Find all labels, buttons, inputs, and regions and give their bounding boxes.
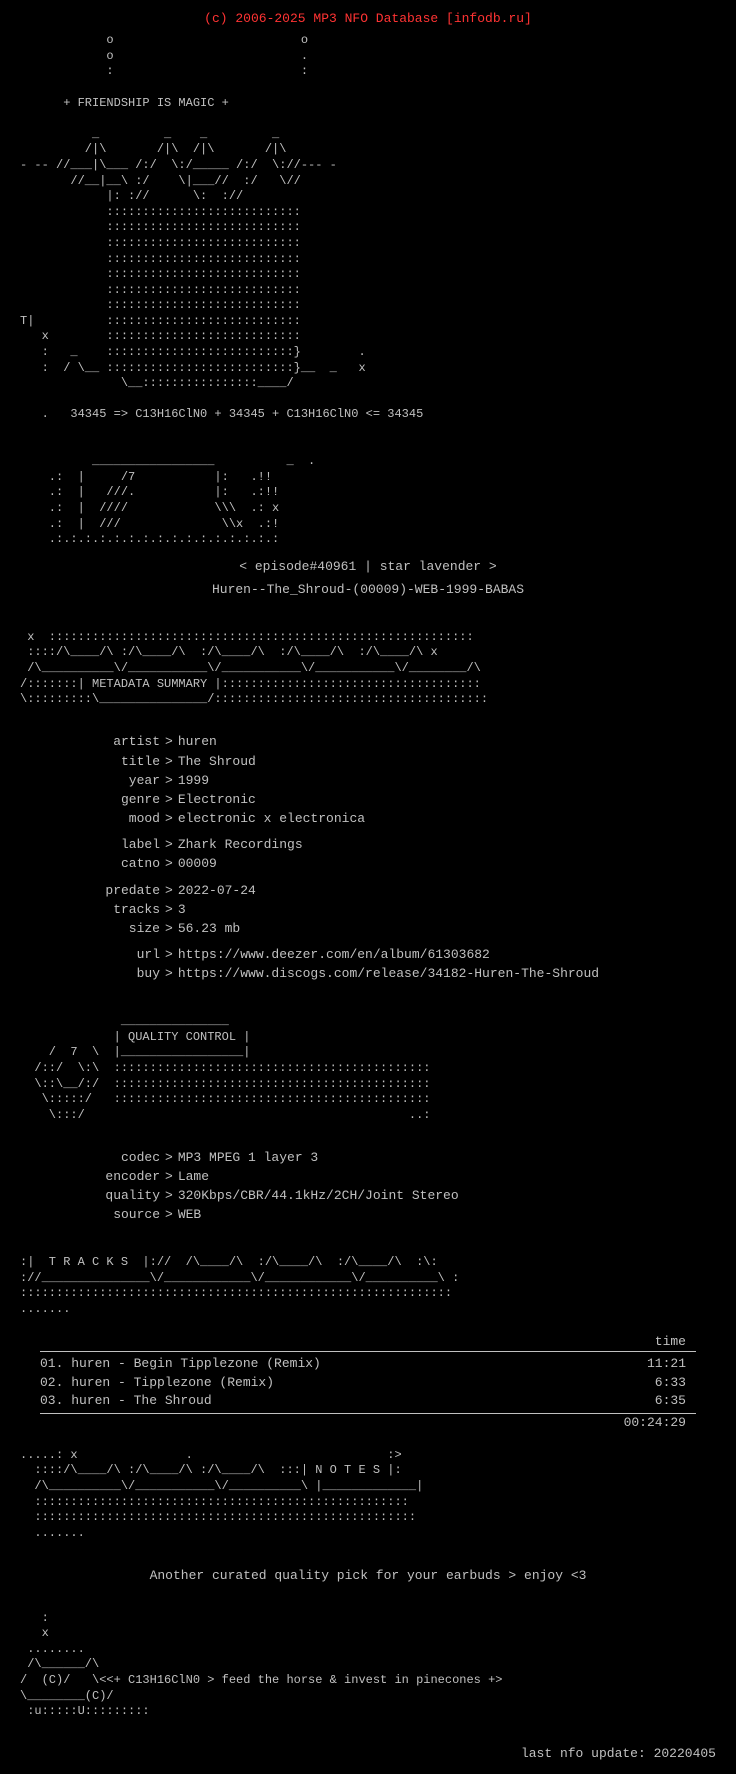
meta-key-buy: buy bbox=[80, 965, 160, 983]
meta-row-buy: buy > https://www.discogs.com/release/34… bbox=[80, 965, 716, 983]
meta-val-title: The Shroud bbox=[178, 753, 256, 771]
meta-row-label: label > Zhark Recordings bbox=[80, 836, 716, 854]
release-title: Huren--The_Shroud-(00009)-WEB-1999-BABAS bbox=[20, 581, 716, 599]
episode-line: < episode#40961 | star lavender > bbox=[20, 558, 716, 576]
meta-key-title: title bbox=[80, 753, 160, 771]
notes-banner: .....: x . :> ::::/\____/\ :/\____/\ :/\… bbox=[20, 1432, 716, 1557]
meta-val-encoder: Lame bbox=[178, 1168, 209, 1186]
meta-row-codec: codec > MP3 MPEG 1 layer 3 bbox=[80, 1149, 716, 1167]
meta-row-catno: catno > 00009 bbox=[80, 855, 716, 873]
track-row-1: 01. huren - Begin Tipplezone (Remix) 11:… bbox=[40, 1355, 696, 1373]
meta-val-genre: Electronic bbox=[178, 791, 256, 809]
tracks-container: time 01. huren - Begin Tipplezone (Remix… bbox=[20, 1333, 716, 1432]
meta-val-artist: huren bbox=[178, 733, 217, 751]
ascii-art-mid: _________________ _ . .: | /7 |: .!! .: … bbox=[20, 439, 716, 548]
meta-val-predate: 2022-07-24 bbox=[178, 882, 256, 900]
meta-key-catno: catno bbox=[80, 855, 160, 873]
meta-key-tracks: tracks bbox=[80, 901, 160, 919]
meta-key-genre: genre bbox=[80, 791, 160, 809]
track-name-3: 03. huren - The Shroud bbox=[40, 1392, 212, 1410]
meta-val-tracks: 3 bbox=[178, 901, 186, 919]
track-row-2: 02. huren - Tipplezone (Remix) 6:33 bbox=[40, 1374, 696, 1392]
track-time-3: 6:35 bbox=[655, 1392, 696, 1410]
meta-val-size: 56.23 mb bbox=[178, 920, 240, 938]
meta-val-catno: 00009 bbox=[178, 855, 217, 873]
meta-row-tracks: tracks > 3 bbox=[80, 901, 716, 919]
meta-row-size: size > 56.23 mb bbox=[80, 920, 716, 938]
meta-key-predate: predate bbox=[80, 882, 160, 900]
tracks-banner: :| T R A C K S |:// /\____/\ :/\____/\ :… bbox=[20, 1240, 716, 1334]
meta-key-label: label bbox=[80, 836, 160, 854]
meta-val-url: https://www.deezer.com/en/album/61303682 bbox=[178, 946, 490, 964]
ascii-art-top: o o o . : : + FRIENDSHIP IS MAGIC + _ _ … bbox=[20, 33, 716, 392]
tracks-time-header: time bbox=[40, 1333, 696, 1351]
ascii-formula: . 34345 => C13H16ClN0 + 34345 + C13H16Cl… bbox=[20, 392, 716, 439]
qc-banner: _______________ | QUALITY CONTROL | / 7 … bbox=[20, 999, 716, 1139]
meta-key-url: url bbox=[80, 946, 160, 964]
meta-row-encoder: encoder > Lame bbox=[80, 1168, 716, 1186]
notes-text: Another curated quality pick for your ea… bbox=[20, 1567, 716, 1585]
meta-key-year: year bbox=[80, 772, 160, 790]
meta-val-quality: 320Kbps/CBR/44.1kHz/2CH/Joint Stereo bbox=[178, 1187, 459, 1205]
footer-update: last nfo update: 20220405 bbox=[20, 1745, 716, 1763]
meta-row-mood: mood > electronic x electronica bbox=[80, 810, 716, 828]
meta-row-year: year > 1999 bbox=[80, 772, 716, 790]
quality-block: codec > MP3 MPEG 1 layer 3 encoder > Lam… bbox=[80, 1149, 716, 1225]
meta-row-url: url > https://www.deezer.com/en/album/61… bbox=[80, 946, 716, 964]
meta-val-codec: MP3 MPEG 1 layer 3 bbox=[178, 1149, 318, 1167]
meta-row-predate: predate > 2022-07-24 bbox=[80, 882, 716, 900]
metadata-block: artist > huren title > The Shroud year >… bbox=[80, 733, 716, 983]
track-row-3: 03. huren - The Shroud 6:35 bbox=[40, 1392, 696, 1410]
meta-key-codec: codec bbox=[80, 1149, 160, 1167]
meta-row-genre: genre > Electronic bbox=[80, 791, 716, 809]
footer-art: : x ........ /\______/\ / (C)/ \<<+ C13H… bbox=[20, 1595, 716, 1735]
meta-key-size: size bbox=[80, 920, 160, 938]
track-name-2: 02. huren - Tipplezone (Remix) bbox=[40, 1374, 274, 1392]
tracks-total: 00:24:29 bbox=[40, 1413, 696, 1432]
meta-key-quality: quality bbox=[80, 1187, 160, 1205]
meta-val-buy: https://www.discogs.com/release/34182-Hu… bbox=[178, 965, 599, 983]
meta-row-source: source > WEB bbox=[80, 1206, 716, 1224]
track-time-1: 11:21 bbox=[647, 1355, 696, 1373]
meta-key-artist: artist bbox=[80, 733, 160, 751]
meta-val-source: WEB bbox=[178, 1206, 201, 1224]
header-credit: (c) 2006-2025 MP3 NFO Database [infodb.r… bbox=[20, 10, 716, 28]
meta-key-mood: mood bbox=[80, 810, 160, 828]
meta-row-title: title > The Shroud bbox=[80, 753, 716, 771]
meta-key-encoder: encoder bbox=[80, 1168, 160, 1186]
meta-key-source: source bbox=[80, 1206, 160, 1224]
meta-val-mood: electronic x electronica bbox=[178, 810, 365, 828]
metadata-banner: x ::::::::::::::::::::::::::::::::::::::… bbox=[20, 614, 716, 723]
meta-row-quality: quality > 320Kbps/CBR/44.1kHz/2CH/Joint … bbox=[80, 1187, 716, 1205]
page-container: (c) 2006-2025 MP3 NFO Database [infodb.r… bbox=[20, 10, 716, 1764]
track-time-2: 6:33 bbox=[655, 1374, 696, 1392]
meta-val-label: Zhark Recordings bbox=[178, 836, 303, 854]
meta-val-year: 1999 bbox=[178, 772, 209, 790]
meta-row-artist: artist > huren bbox=[80, 733, 716, 751]
track-name-1: 01. huren - Begin Tipplezone (Remix) bbox=[40, 1355, 321, 1373]
